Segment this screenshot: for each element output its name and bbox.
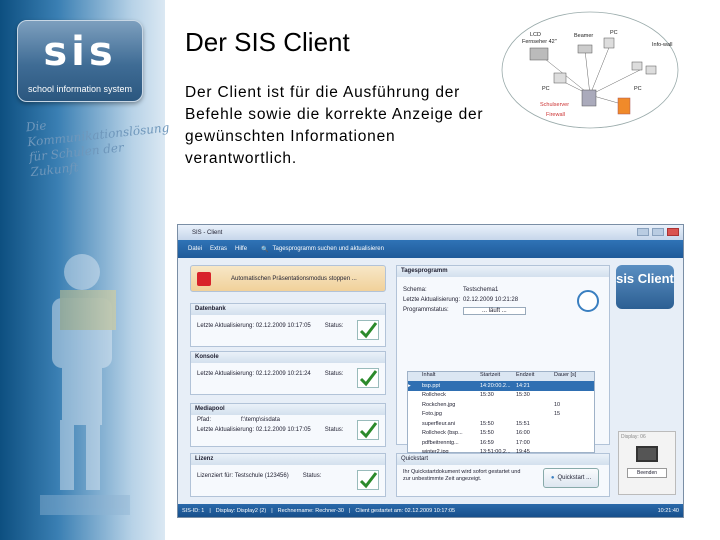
menu-hilfe[interactable]: Hilfe (235, 246, 247, 252)
table-row[interactable]: Rollcheck 15:30 15:30 (408, 391, 594, 401)
sidebar: sis school information system Die Kommun… (0, 0, 170, 540)
firewall-icon (617, 97, 631, 115)
status-check-icon (357, 368, 379, 388)
sis-client-logo: sis Client (616, 265, 674, 309)
stop-icon (197, 272, 211, 286)
menu-extras[interactable]: Extras (210, 246, 227, 252)
sis-logo: sis school information system (17, 20, 143, 102)
quickstart-title: Quickstart (397, 454, 609, 465)
menu-datei[interactable]: Datei (188, 246, 202, 252)
maximize-button[interactable] (652, 228, 664, 236)
user-icon: ● (550, 475, 555, 481)
lizenz-title: Lizenz (191, 454, 385, 465)
mediapool-panel: Mediapool Pfad: f:\temp\sisdata Letzte Ak… (190, 403, 386, 447)
sis-client-window: SIS - Client Datei Extras Hilfe 🔍 Tagespr… (177, 224, 684, 518)
logo-subtitle: school information system (27, 84, 133, 94)
beamer-icon (577, 44, 593, 54)
quickstart-button[interactable]: ● Quickstart ... (543, 468, 599, 488)
beenden-button[interactable]: Beenden (627, 468, 667, 478)
svg-text:Info-wall: Info-wall (652, 42, 672, 48)
table-row[interactable]: Foto.jpg 15 (408, 410, 594, 420)
table-row[interactable]: ▸ bsp.ppt 14:20:00.2... 14:21 (408, 381, 594, 391)
svg-text:Firewall: Firewall (546, 112, 565, 118)
svg-text:LCD: LCD (530, 32, 541, 38)
status-check-icon (357, 420, 379, 440)
table-row[interactable]: superfleur.ani 15:50 15:51 (408, 419, 594, 429)
programmstatus-progress: ... läuft ... (463, 307, 526, 315)
konsole-panel: Konsole Letzte Aktualisierung: 02.12.200… (190, 351, 386, 395)
pc-icon (631, 61, 643, 71)
lizenz-panel: Lizenz Lizenziert für: Testschule (12345… (190, 453, 386, 497)
svg-text:PC: PC (542, 86, 550, 92)
svg-text:Fernseher 42": Fernseher 42" (522, 39, 557, 45)
svg-text:PC: PC (634, 86, 642, 92)
window-titlebar: SIS - Client (178, 225, 683, 240)
window-title: SIS - Client (192, 229, 223, 236)
stop-presentation-button[interactable]: Automatischen Präsentationsmodus stoppen… (190, 265, 386, 292)
boy-reading-image (40, 254, 130, 515)
tagline: Die Kommunikationslösung für Schulen der… (25, 118, 170, 180)
svg-text:Beamer: Beamer (574, 33, 593, 39)
datenbank-panel: Datenbank Letzte Aktualisierung: 02.12.2… (190, 303, 386, 347)
statusbar: SIS-ID: 1 | Display: Display2 (2) | Rechne… (178, 504, 683, 517)
search-icon: 🔍 (261, 246, 269, 253)
pc-icon (553, 72, 567, 84)
tagesprogramm-title: Tagesprogramm (397, 266, 609, 277)
close-button[interactable] (667, 228, 679, 236)
network-diagram: LCD Fernseher 42" Beamer PC PC PC Info-w… (501, 11, 679, 129)
clock-icon (577, 290, 599, 312)
quickstart-panel: Quickstart Ihr Quickstartdokument wird s… (396, 453, 610, 497)
table-row[interactable]: Rockchen.jpg 10 (408, 400, 594, 410)
monitor-icon (636, 446, 658, 462)
tagesprogramm-table: Inhalt Startzeit Endzeit Dauer [s] ▸ bsp.… (407, 371, 595, 455)
status-check-icon (357, 320, 379, 340)
lcd-icon (529, 47, 549, 61)
display-preview: Display: 06 Beenden (618, 431, 676, 495)
konsole-title: Konsole (191, 352, 385, 363)
table-row[interactable]: pdfbeitrenntg... 16:59 17:00 (408, 438, 594, 448)
pc-icon (603, 37, 615, 49)
slide-body: Der Client ist für die Ausführung der Be… (185, 84, 484, 167)
status-check-icon (357, 470, 379, 490)
svg-text:PC: PC (610, 30, 618, 36)
pc-icon (645, 65, 657, 75)
svg-text:Schulserver: Schulserver (540, 102, 569, 108)
mediapool-title: Mediapool (191, 404, 385, 415)
slide-title: Der SIS Client (185, 27, 350, 57)
minimize-button[interactable] (637, 228, 649, 236)
server-icon (581, 89, 597, 107)
tagesprogramm-panel: Tagesprogramm Schema: Testschema1 Letzte … (396, 265, 610, 455)
menubar: Datei Extras Hilfe 🔍 Tagesprogramm suchen… (178, 240, 683, 258)
logo-text: sis (43, 29, 117, 75)
datenbank-title: Datenbank (191, 304, 385, 315)
search-tagesprogramm-button[interactable]: 🔍 Tagesprogramm suchen und aktualisieren (261, 246, 384, 253)
table-header: Inhalt Startzeit Endzeit Dauer [s] (408, 372, 594, 381)
table-row[interactable]: Rollcheck (bsp... 15:50 16:00 (408, 429, 594, 439)
